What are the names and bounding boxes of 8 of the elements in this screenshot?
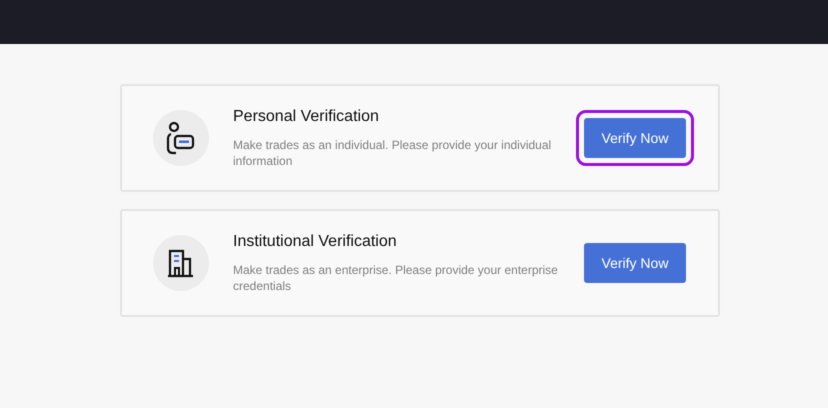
verify-now-button[interactable]: Verify Now [584, 118, 686, 158]
person-card-icon [166, 121, 196, 155]
card-title: Personal Verification [233, 107, 380, 127]
building-icon [166, 248, 196, 278]
card-title: Institutional Verification [233, 232, 398, 252]
card-description: Make trades as an individual. Please provide your individual information [233, 137, 552, 169]
card-description: Make trades as an enterprise. Please provide your enterprise credentials [233, 262, 559, 294]
verify-now-button[interactable]: Verify Now [584, 243, 686, 283]
